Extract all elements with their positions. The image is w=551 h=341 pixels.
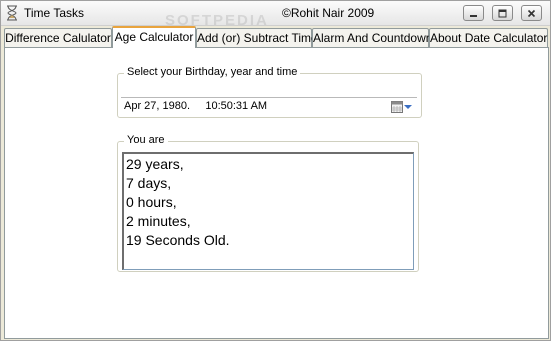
close-button[interactable] [521, 5, 542, 21]
watermark: SOFTPEDIA [165, 12, 269, 29]
tab-about-date-calculator[interactable]: About Date Calculator [429, 28, 548, 47]
calendar-icon [391, 101, 403, 113]
birthday-datetime-picker[interactable]: Apr 27, 1980. 10:50:31 AM [121, 97, 417, 115]
tab-age-calculator[interactable]: Age Calculator [112, 26, 196, 48]
age-minutes-line: 2 minutes, [126, 213, 191, 229]
maximize-button[interactable] [492, 5, 513, 21]
chevron-down-icon [404, 105, 412, 109]
age-hours-line: 0 hours, [126, 194, 177, 210]
birthday-group: Select your Birthday, year and time Apr … [117, 66, 422, 118]
age-seconds-line: 19 Seconds Old. [126, 232, 230, 248]
tab-difference-calculator[interactable]: Difference Calulator [4, 28, 112, 47]
minimize-button[interactable] [463, 5, 484, 21]
birthday-value[interactable]: Apr 27, 1980. 10:50:31 AM [124, 100, 267, 112]
tab-alarm-countdown[interactable]: Alarm And Countdown [312, 28, 432, 47]
result-group-legend: You are [124, 134, 168, 146]
result-group: You are 29 years, 7 days, 0 hours, 2 min… [117, 134, 419, 272]
tab-strip: Difference Calulator Age Calculator Add … [4, 26, 549, 48]
copyright-title: ©Rohit Nair 2009 [282, 6, 375, 20]
window-title: Time Tasks [24, 6, 85, 20]
age-years-line: 29 years, [126, 156, 184, 172]
maximize-icon [498, 9, 507, 17]
app-window: Time Tasks ©Rohit Nair 2009 Difference C… [0, 0, 551, 341]
age-calculator-panel: Select your Birthday, year and time Apr … [4, 47, 549, 339]
tab-add-subtract-time[interactable]: Add (or) Subtract Time [196, 28, 318, 47]
close-icon [527, 9, 536, 17]
title-bar[interactable]: Time Tasks ©Rohit Nair 2009 [1, 1, 550, 26]
age-days-line: 7 days, [126, 175, 172, 191]
minimize-icon [470, 14, 477, 17]
age-result-textbox[interactable]: 29 years, 7 days, 0 hours, 2 minutes, 19… [122, 152, 414, 270]
calendar-dropdown-button[interactable] [391, 100, 413, 114]
hourglass-icon[interactable] [6, 5, 18, 21]
birthday-group-legend: Select your Birthday, year and time [124, 66, 301, 78]
